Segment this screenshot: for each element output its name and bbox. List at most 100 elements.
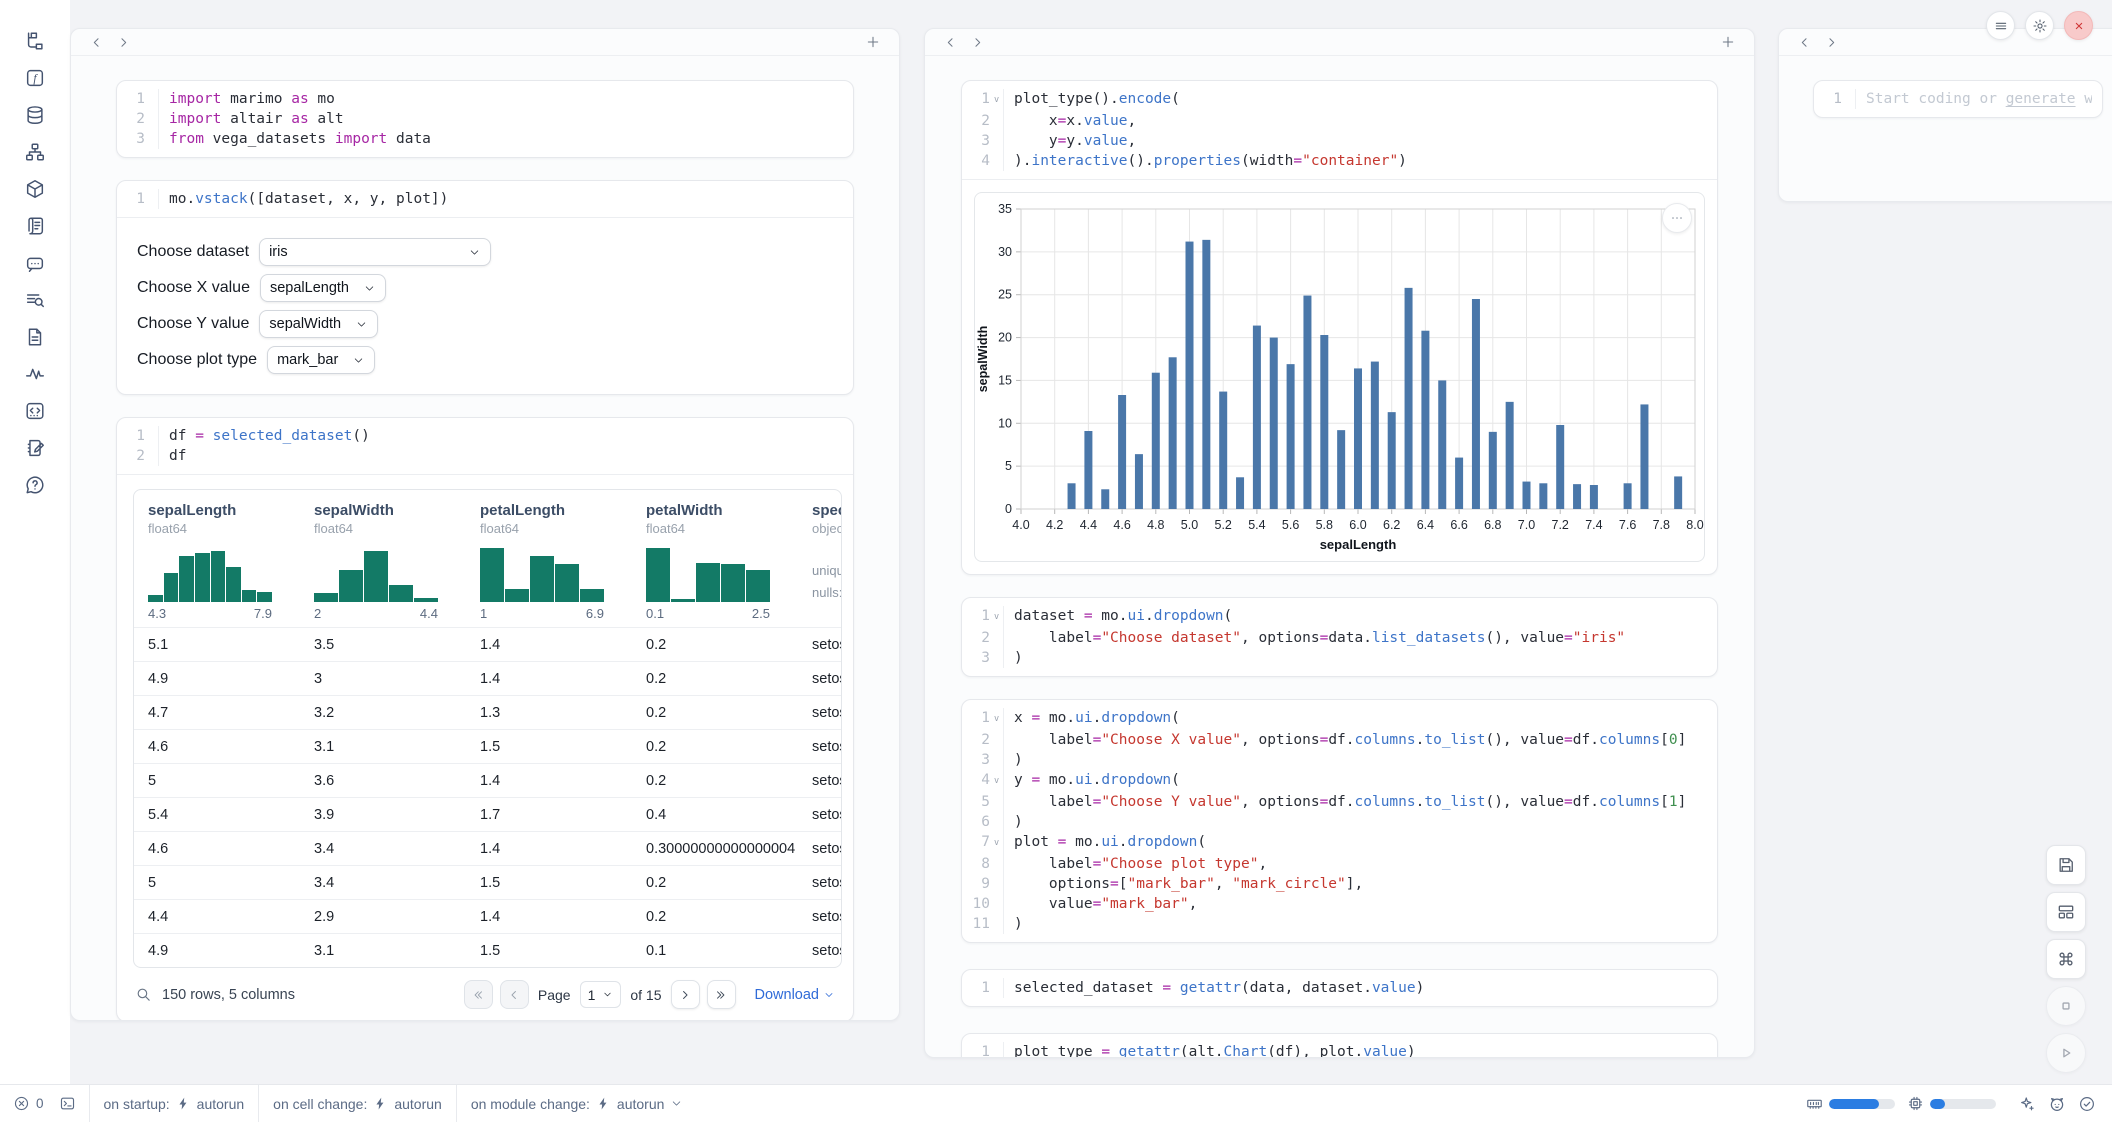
- error-indicator[interactable]: 0: [0, 1085, 57, 1122]
- table-column-header[interactable]: petalLengthfloat6416.9: [466, 502, 632, 621]
- code-line[interactable]: 3from vega_datasets import data: [117, 129, 843, 149]
- code-line[interactable]: 1selected_dataset = getattr(data, datase…: [962, 978, 1707, 998]
- add-cell-icon[interactable]: [865, 34, 881, 50]
- play-button[interactable]: [2046, 1033, 2086, 1073]
- database-icon[interactable]: [24, 104, 46, 126]
- table-row[interactable]: 4.73.21.30.2setosa: [134, 695, 842, 729]
- snippets-icon[interactable]: [24, 400, 46, 422]
- code-line[interactable]: 8 label="Choose plot type",: [962, 854, 1707, 874]
- chevron-left-icon[interactable]: [89, 35, 104, 50]
- dropdown-select[interactable]: iris: [259, 238, 491, 266]
- table-row[interactable]: 53.41.50.2setosa: [134, 865, 842, 899]
- code-line[interactable]: 11): [962, 914, 1707, 934]
- save-button[interactable]: [2046, 845, 2086, 885]
- github-icon[interactable]: [2048, 1095, 2066, 1113]
- bar-chart[interactable]: 051015202530354.04.24.44.64.85.05.25.45.…: [975, 193, 1711, 559]
- code-line[interactable]: 4).interactive().properties(width="conta…: [962, 151, 1707, 171]
- code-cell-plot-type[interactable]: 1plot_type = getattr(alt.Chart(df), plot…: [961, 1033, 1718, 1058]
- scratchpad-icon[interactable]: [24, 437, 46, 459]
- first-page-button[interactable]: [464, 980, 493, 1009]
- dropdown-select[interactable]: mark_bar: [267, 346, 375, 374]
- table-row[interactable]: 4.93.11.50.1setosa: [134, 933, 842, 967]
- code-line[interactable]: 9 options=["mark_bar", "mark_circle"],: [962, 874, 1707, 894]
- terminal-button[interactable]: [57, 1085, 89, 1122]
- function-icon[interactable]: f: [24, 67, 46, 89]
- code-line[interactable]: 3): [962, 750, 1707, 770]
- chevron-right-icon[interactable]: [970, 35, 985, 50]
- settings-button[interactable]: [2025, 11, 2054, 40]
- close-button[interactable]: [2064, 11, 2093, 40]
- code-cell-selected-dataset[interactable]: 1selected_dataset = getattr(data, datase…: [961, 969, 1718, 1007]
- file-tree-icon[interactable]: [24, 30, 46, 52]
- logs-icon[interactable]: [24, 289, 46, 311]
- page-select[interactable]: 1: [580, 981, 622, 1008]
- fold-icon[interactable]: v: [990, 770, 1003, 792]
- code-line[interactable]: 1Start coding or generate with AI: [1814, 89, 2092, 109]
- help-icon[interactable]: [24, 474, 46, 496]
- code-line[interactable]: 2 label="Choose dataset", options=data.l…: [962, 628, 1707, 648]
- code-line[interactable]: 1plot_type = getattr(alt.Chart(df), plot…: [962, 1042, 1707, 1058]
- code-cell-chart[interactable]: 1vplot_type().encode(2 x=x.value,3 y=y.v…: [961, 80, 1718, 575]
- next-page-button[interactable]: [671, 980, 700, 1009]
- code-line[interactable]: 2import altair as alt: [117, 109, 843, 129]
- code-line[interactable]: 2 x=x.value,: [962, 111, 1707, 131]
- empty-code-cell[interactable]: 1Start coding or generate with AI: [1813, 80, 2103, 118]
- layout-button[interactable]: [2046, 892, 2086, 932]
- last-page-button[interactable]: [707, 980, 736, 1009]
- code-cell-xy-plot-dropdowns[interactable]: 1vx = mo.ui.dropdown(2 label="Choose X v…: [961, 699, 1718, 943]
- code-line[interactable]: 2 label="Choose X value", options=df.col…: [962, 730, 1707, 750]
- chart-output[interactable]: 051015202530354.04.24.44.64.85.05.25.45.…: [974, 192, 1705, 562]
- code-cell-dataset-dropdown[interactable]: 1vdataset = mo.ui.dropdown(2 label="Choo…: [961, 597, 1718, 677]
- connection-status-icon[interactable]: [2078, 1095, 2096, 1113]
- code-line[interactable]: 5 label="Choose Y value", options=df.col…: [962, 792, 1707, 812]
- code-line[interactable]: 7vplot = mo.ui.dropdown(: [962, 832, 1707, 854]
- autorun-config[interactable]: on cell change:autorun: [259, 1085, 456, 1122]
- chatbot-icon[interactable]: [24, 252, 46, 274]
- command-button[interactable]: [2046, 939, 2086, 979]
- prev-page-button[interactable]: [500, 980, 529, 1009]
- chevron-right-icon[interactable]: [1824, 35, 1839, 50]
- code-cell-imports[interactable]: 1import marimo as mo2import altair as al…: [116, 80, 854, 158]
- fold-icon[interactable]: v: [990, 89, 1003, 111]
- code-cell-dataframe[interactable]: 1df = selected_dataset()2df sepalLengthf…: [116, 417, 854, 1021]
- table-row[interactable]: 4.63.41.40.30000000000000004setosa: [134, 831, 842, 865]
- code-cell-vstack[interactable]: 1mo.vstack([dataset, x, y, plot]) Choose…: [116, 180, 854, 395]
- dropdown-select[interactable]: sepalWidth: [259, 310, 378, 338]
- chart-menu-icon[interactable]: [1662, 203, 1692, 233]
- table-row[interactable]: 5.43.91.70.4setosa: [134, 797, 842, 831]
- autorun-config[interactable]: on module change:autorun: [457, 1085, 698, 1122]
- table-column-header[interactable]: speciesobjectunique:nulls:: [798, 502, 842, 621]
- menu-button[interactable]: [1986, 11, 2015, 40]
- fold-icon[interactable]: v: [990, 606, 1003, 628]
- table-row[interactable]: 4.63.11.50.2setosa: [134, 729, 842, 763]
- fold-icon[interactable]: v: [990, 832, 1003, 854]
- stop-button[interactable]: [2046, 986, 2086, 1026]
- chevron-left-icon[interactable]: [1797, 35, 1812, 50]
- code-line[interactable]: 3): [962, 648, 1707, 668]
- code-line[interactable]: 1import marimo as mo: [117, 89, 843, 109]
- table-row[interactable]: 5.13.51.40.2setosa: [134, 627, 842, 661]
- download-button[interactable]: Download: [755, 987, 836, 1003]
- package-icon[interactable]: [24, 178, 46, 200]
- graph-icon[interactable]: [24, 141, 46, 163]
- code-line[interactable]: 6): [962, 812, 1707, 832]
- chevron-right-icon[interactable]: [116, 35, 131, 50]
- code-line[interactable]: 1vx = mo.ui.dropdown(: [962, 708, 1707, 730]
- code-line[interactable]: 10 value="mark_bar",: [962, 894, 1707, 914]
- code-line[interactable]: 1mo.vstack([dataset, x, y, plot]): [117, 189, 843, 209]
- activity-icon[interactable]: [24, 363, 46, 385]
- code-line[interactable]: 1vdataset = mo.ui.dropdown(: [962, 606, 1707, 628]
- table-row[interactable]: 4.931.40.2setosa: [134, 661, 842, 695]
- code-line[interactable]: 4vy = mo.ui.dropdown(: [962, 770, 1707, 792]
- document-icon[interactable]: [24, 326, 46, 348]
- chevron-left-icon[interactable]: [943, 35, 958, 50]
- code-line[interactable]: 3 y=y.value,: [962, 131, 1707, 151]
- table-column-header[interactable]: sepalLengthfloat644.37.9: [134, 502, 300, 621]
- code-line[interactable]: 1vplot_type().encode(: [962, 89, 1707, 111]
- table-column-header[interactable]: sepalWidthfloat6424.4: [300, 502, 466, 621]
- script-icon[interactable]: [24, 215, 46, 237]
- add-cell-icon[interactable]: [1720, 34, 1736, 50]
- dropdown-select[interactable]: sepalLength: [260, 274, 386, 302]
- code-line[interactable]: 1df = selected_dataset(): [117, 426, 843, 446]
- fold-icon[interactable]: v: [990, 708, 1003, 730]
